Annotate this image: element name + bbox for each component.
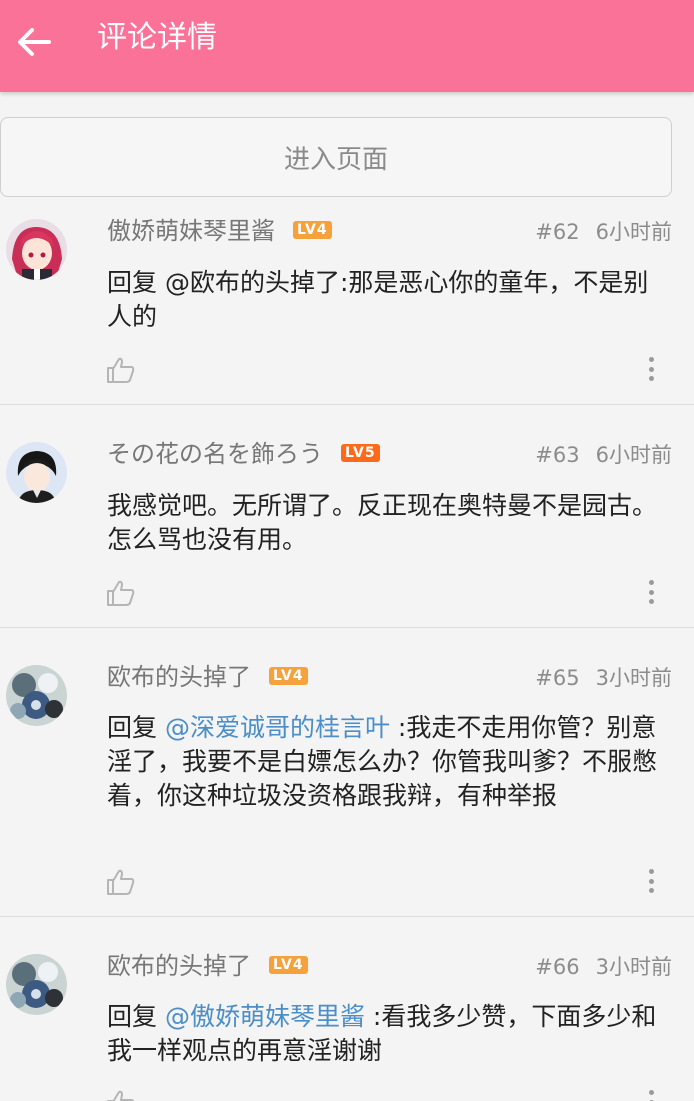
back-arrow-icon[interactable] — [12, 20, 56, 64]
username[interactable]: 傲娇萌妹琴里酱 LV4 — [107, 216, 332, 246]
divider — [0, 404, 694, 405]
level-badge: LV4 — [269, 956, 308, 974]
thumbs-up-icon[interactable] — [106, 356, 136, 384]
avatar[interactable] — [6, 442, 67, 503]
floor-number: #62 — [535, 220, 580, 244]
username[interactable]: 欧布的头掉了 LV4 — [107, 951, 308, 981]
divider — [0, 627, 694, 628]
comment-meta: #62 6小时前 — [535, 217, 672, 247]
avatar[interactable] — [6, 219, 67, 280]
floor-number: #63 — [535, 443, 580, 467]
thumbs-up-icon[interactable] — [106, 1089, 136, 1101]
comment-text: 我感觉吧。无所谓了。反正现在奥特曼不是园古。怎么骂也没有用。 — [107, 491, 658, 554]
more-options-icon[interactable] — [640, 354, 662, 384]
avatar[interactable] — [6, 954, 67, 1015]
more-options-icon[interactable] — [640, 1087, 662, 1101]
top-app-bar: 评论详情 — [0, 0, 694, 92]
timestamp: 6小时前 — [595, 443, 672, 467]
avatar[interactable] — [6, 665, 67, 726]
level-badge: LV4 — [293, 221, 332, 239]
mention-link[interactable]: @傲娇萌妹琴里酱 — [165, 1002, 365, 1031]
page-title: 评论详情 — [97, 20, 217, 55]
level-badge: LV5 — [341, 444, 380, 462]
comment-text: 回复 @深爱诚哥的桂言叶 :我走不走用你管？别意淫了，我要不是白嫖怎么办？你管我… — [107, 713, 658, 810]
mention-link[interactable]: @欧布的头掉了 — [165, 268, 340, 297]
comment-text: 回复 @傲娇萌妹琴里酱 :看我多少赞，下面多少和我一样观点的再意淫谢谢 — [107, 1002, 657, 1065]
mention-link[interactable]: @深爱诚哥的桂言叶 — [165, 713, 390, 742]
comment-meta: #65 3小时前 — [535, 663, 672, 693]
thumbs-up-icon[interactable] — [106, 868, 136, 896]
thumbs-up-icon[interactable] — [106, 579, 136, 607]
timestamp: 6小时前 — [595, 220, 672, 244]
level-badge: LV4 — [269, 667, 308, 685]
comment-meta: #63 6小时前 — [535, 440, 672, 470]
floor-number: #66 — [535, 955, 580, 979]
comment-meta: #66 3小时前 — [535, 952, 672, 982]
comment-text: 回复 @欧布的头掉了:那是恶心你的童年，不是别人的 — [107, 268, 649, 331]
timestamp: 3小时前 — [595, 666, 672, 690]
floor-number: #65 — [535, 666, 580, 690]
more-options-icon[interactable] — [640, 866, 662, 896]
username[interactable]: 欧布的头掉了 LV4 — [107, 662, 308, 692]
username[interactable]: その花の名を飾ろう LV5 — [107, 439, 380, 469]
enter-page-button[interactable]: 进入页面 — [0, 117, 672, 197]
divider — [0, 916, 694, 917]
timestamp: 3小时前 — [595, 955, 672, 979]
more-options-icon[interactable] — [640, 577, 662, 607]
